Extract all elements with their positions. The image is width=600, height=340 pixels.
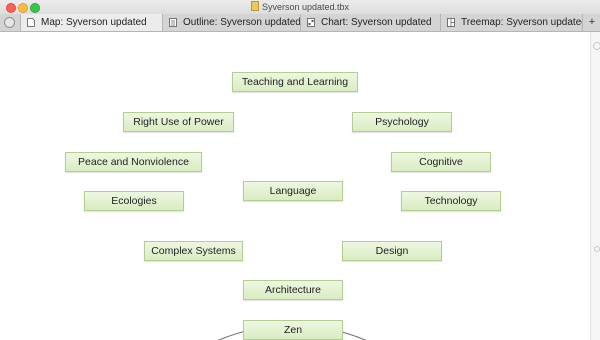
map-node[interactable]: Ecologies — [84, 191, 184, 211]
tab-overview-icon[interactable] — [4, 17, 15, 28]
map-node[interactable]: Complex Systems — [144, 241, 243, 261]
tab-label: Map: Syverson updated — [41, 17, 147, 28]
map-node[interactable]: Right Use of Power — [123, 112, 234, 132]
tab-label: Treemap: Syverson updated — [461, 17, 583, 28]
document-icon — [250, 1, 259, 11]
map-node[interactable]: Peace and Nonviolence — [65, 152, 202, 172]
window-titlebar: Syverson updated.tbx — [0, 0, 600, 15]
outline-icon — [169, 18, 177, 27]
map-node[interactable]: Architecture — [243, 280, 343, 300]
tab-map[interactable]: Map: Syverson updated — [20, 14, 163, 31]
tab-bar: Map: Syverson updated Outline: Syverson … — [0, 14, 600, 32]
scroll-marker-icon — [593, 42, 600, 50]
map-node[interactable]: Design — [342, 241, 442, 261]
treemap-icon — [447, 18, 455, 27]
map-node[interactable]: Cognitive — [391, 152, 491, 172]
map-node[interactable]: Teaching and Learning — [232, 72, 358, 92]
vertical-scrollbar[interactable] — [590, 32, 600, 340]
scroll-marker-icon — [594, 246, 600, 252]
tab-outline[interactable]: Outline: Syverson updated — [162, 14, 301, 31]
tab-label: Chart: Syverson updated — [321, 17, 432, 28]
add-tab-button[interactable]: + — [582, 14, 600, 31]
window-title-text: Syverson updated.tbx — [261, 2, 350, 12]
map-node[interactable]: Language — [243, 181, 343, 201]
tab-chart[interactable]: Chart: Syverson updated — [300, 14, 441, 31]
tab-label: Outline: Syverson updated — [183, 17, 301, 28]
window-title: Syverson updated.tbx — [0, 0, 600, 14]
map-icon — [27, 18, 35, 27]
tab-treemap[interactable]: Treemap: Syverson updated — [440, 14, 583, 31]
chart-icon — [307, 18, 315, 27]
map-node[interactable]: Technology — [401, 191, 501, 211]
map-node[interactable]: Psychology — [352, 112, 452, 132]
map-node[interactable]: Zen — [243, 320, 343, 340]
map-canvas[interactable]: Teaching and Learning Right Use of Power… — [0, 32, 590, 340]
